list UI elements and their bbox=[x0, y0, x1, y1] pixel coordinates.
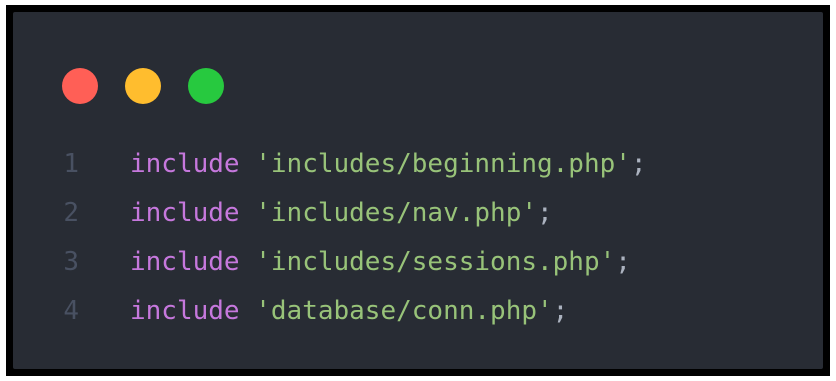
line-number: 1 bbox=[63, 149, 79, 179]
semicolon: ; bbox=[630, 149, 647, 179]
string-literal: 'includes/sessions.php' bbox=[255, 247, 616, 277]
string-literal: 'includes/beginning.php' bbox=[255, 149, 631, 179]
keyword: include bbox=[130, 149, 240, 179]
line-number: 4 bbox=[63, 296, 79, 326]
close-dot-icon[interactable] bbox=[62, 68, 98, 104]
code-line: 4 include 'database/conn.php'; bbox=[13, 287, 647, 336]
semicolon: ; bbox=[537, 198, 553, 228]
window-controls bbox=[62, 68, 224, 104]
code-line: 2 include 'includes/nav.php'; bbox=[13, 189, 647, 238]
line-number: 3 bbox=[63, 247, 79, 277]
code-line: 1 include 'includes/beginning.php'; bbox=[13, 140, 647, 189]
line-number: 2 bbox=[63, 198, 79, 228]
code-line: 3 include 'includes/sessions.php'; bbox=[13, 238, 647, 287]
minimize-dot-icon[interactable] bbox=[125, 68, 161, 104]
maximize-dot-icon[interactable] bbox=[188, 68, 224, 104]
semicolon: ; bbox=[552, 296, 569, 326]
semicolon: ; bbox=[615, 247, 631, 277]
keyword: include bbox=[130, 296, 240, 326]
string-literal: 'includes/nav.php' bbox=[255, 198, 537, 228]
code-window: 1 include 'includes/beginning.php'; 2 incl… bbox=[13, 12, 823, 369]
keyword: include bbox=[130, 198, 240, 228]
string-literal: 'database/conn.php' bbox=[255, 296, 553, 326]
keyword: include bbox=[130, 247, 240, 277]
screenshot-frame: 1 include 'includes/beginning.php'; 2 incl… bbox=[6, 5, 830, 376]
code-block: 1 include 'includes/beginning.php'; 2 incl… bbox=[13, 140, 647, 336]
